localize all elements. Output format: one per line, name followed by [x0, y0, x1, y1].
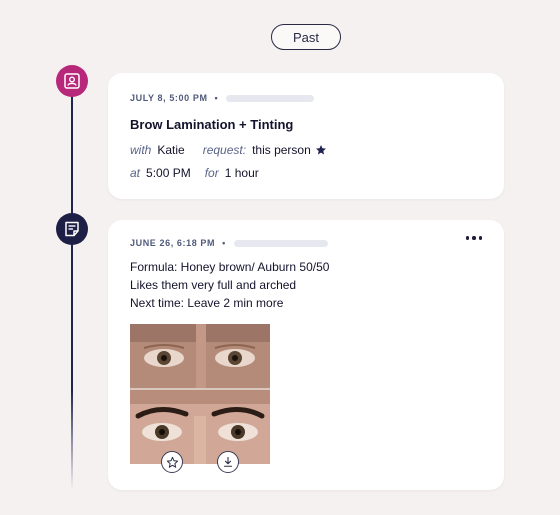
note-line: Next time: Leave 2 min more [130, 296, 284, 310]
appointment-time: 5:00 PM [146, 166, 191, 180]
note-line: Formula: Honey brown/ Auburn 50/50 [130, 260, 330, 274]
appointment-meta: JULY 8, 5:00 PM • [130, 93, 315, 103]
staff-name: Katie [157, 143, 185, 157]
favorite-photo-button[interactable] [161, 451, 183, 473]
star-icon [315, 144, 327, 156]
note-date: JUNE 26, 6:18 PM [130, 238, 216, 248]
download-photo-button[interactable] [217, 451, 239, 473]
note-line: Likes them very full and arched [130, 278, 297, 292]
past-filter-button[interactable]: Past [271, 24, 341, 50]
download-icon [223, 456, 233, 467]
note-card: JUNE 26, 6:18 PM • Formula: Honey brown/… [108, 220, 504, 490]
request-value: this person [252, 143, 311, 157]
placeholder-bar [226, 94, 315, 102]
appointment-date: JULY 8, 5:00 PM [130, 93, 208, 103]
appointment-card[interactable]: JULY 8, 5:00 PM • Brow Lamination + Tint… [108, 73, 504, 199]
contact-card-icon [64, 73, 80, 89]
appointment-time-row: at 5:00 PM for 1 hour [130, 166, 259, 180]
more-options-button[interactable] [465, 236, 482, 240]
note-icon [65, 221, 79, 237]
appointment-duration: 1 hour [224, 166, 259, 180]
appointment-staff-row: with Katie request: this person [130, 143, 327, 157]
placeholder-bar [233, 239, 328, 247]
timeline-line [71, 90, 73, 490]
appointment-title: Brow Lamination + Tinting [130, 117, 294, 132]
note-node [56, 213, 88, 245]
note-meta: JUNE 26, 6:18 PM • [130, 238, 328, 248]
star-icon [166, 456, 178, 468]
appointment-node [56, 65, 88, 97]
note-photo[interactable] [130, 324, 270, 464]
